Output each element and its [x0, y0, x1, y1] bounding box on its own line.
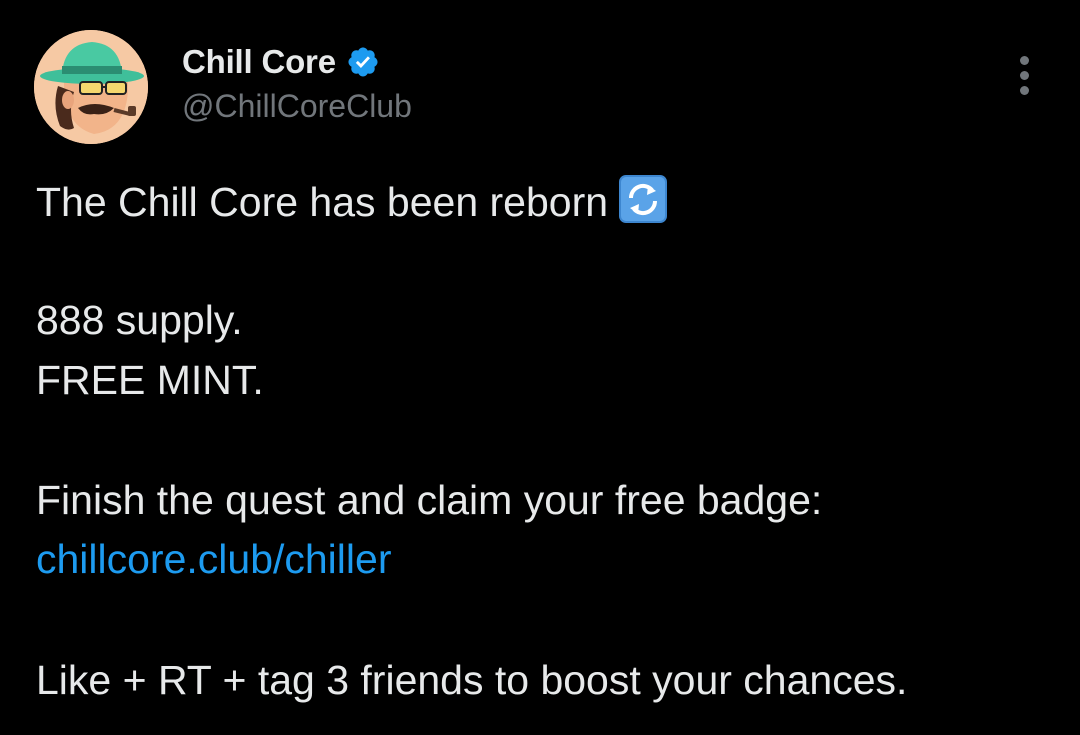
more-options-icon-dot: [1019, 85, 1029, 95]
more-options-icon-dot: [1019, 70, 1029, 80]
tweet-text-line: The Chill Core has been reborn: [36, 174, 1056, 226]
more-options-icon: [1019, 55, 1029, 65]
repeat-arrows-emoji-icon: [618, 174, 668, 224]
author-avatar[interactable]: [34, 30, 148, 144]
verified-badge-icon: [346, 45, 380, 79]
tweet-text-quest: Finish the quest and claim your free bad…: [36, 477, 823, 523]
tweet-link-container: chillcore.club/chiller: [36, 535, 1056, 583]
tweet-text-call-to-action: Like + RT + tag 3 friends to boost your …: [36, 657, 908, 703]
tweet: Chill Core @ChillCoreClub The Chill Core…: [0, 0, 1080, 735]
tweet-link[interactable]: chillcore.club/chiller: [36, 536, 391, 582]
author-name-row: Chill Core: [182, 42, 380, 82]
author-handle[interactable]: @ChillCoreClub: [182, 86, 412, 126]
cartoon-man-green-hat-avatar-icon: [34, 30, 148, 144]
more-options-button[interactable]: [1004, 52, 1044, 98]
tweet-text-free-mint: FREE MINT.: [36, 357, 264, 403]
tweet-text-supply: 888 supply.: [36, 297, 243, 343]
author-display-name[interactable]: Chill Core: [182, 42, 336, 82]
tweet-text-headline: The Chill Core has been reborn: [36, 179, 609, 225]
